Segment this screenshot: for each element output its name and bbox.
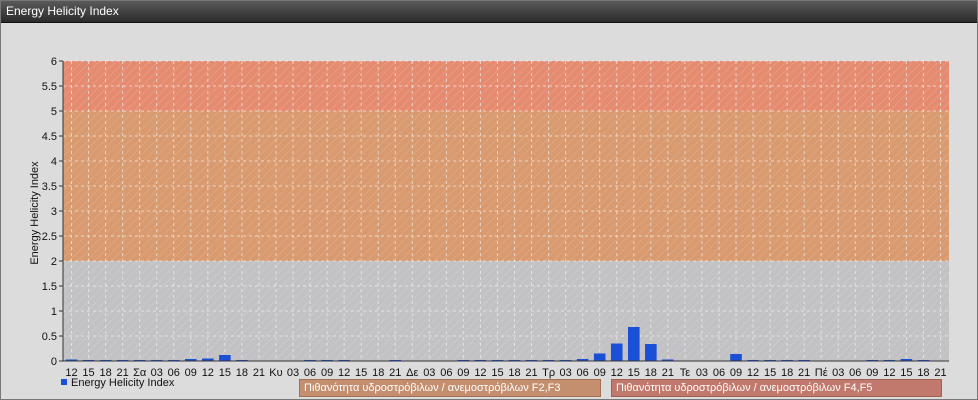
x-tick-label: 03 bbox=[287, 367, 299, 379]
x-tick-label: 18 bbox=[917, 367, 929, 379]
x-tick-label: 03 bbox=[696, 367, 708, 379]
y-tick-label: 0 bbox=[51, 356, 57, 368]
x-tick-label: 18 bbox=[781, 367, 793, 379]
bar bbox=[645, 344, 657, 361]
x-tick-label: 15 bbox=[764, 367, 776, 379]
x-tick-label: 09 bbox=[185, 367, 197, 379]
x-tick-label: 21 bbox=[934, 367, 946, 379]
x-tick-label: 12 bbox=[474, 367, 486, 379]
x-tick-label: 21 bbox=[389, 367, 401, 379]
x-tick-label: Τε bbox=[680, 367, 691, 379]
x-tick-label: 06 bbox=[440, 367, 452, 379]
x-tick-label: 06 bbox=[849, 367, 861, 379]
x-tick-label: 15 bbox=[219, 367, 231, 379]
x-tick-label: 03 bbox=[560, 367, 572, 379]
legend-band-f4f5[interactable]: Πιθανότητα υδροστρόβιλων / ανεμοστρόβιλω… bbox=[611, 379, 942, 397]
x-tick-labels: 12 15 18 21 Σα 03 06 09 12 15 18 21 Κυ 03 06 09 12 15 18 21… bbox=[65, 367, 946, 379]
x-tick-label: 15 bbox=[900, 367, 912, 379]
x-tick-label: 12 bbox=[747, 367, 759, 379]
x-tick-label: 18 bbox=[236, 367, 248, 379]
legend-series[interactable]: Energy Helicity Index bbox=[61, 377, 174, 389]
y-tick-labels: 0 0.5 1 1.5 2 2.5 3 3.5 4 4.5 5 5.5 6 bbox=[42, 56, 57, 368]
y-tick-label: 2.5 bbox=[42, 231, 57, 243]
x-tick-label: 09 bbox=[866, 367, 878, 379]
legend-series-label: Energy Helicity Index bbox=[71, 377, 175, 389]
x-tick-label: Πέ bbox=[815, 367, 828, 379]
x-tick-label: 21 bbox=[253, 367, 265, 379]
chart-panel: Energy Helicity Index 0 0.5 1 1.5 2 2.5 3 3.5 4 4… bbox=[0, 0, 978, 400]
bar bbox=[593, 353, 606, 361]
x-tick-label: 06 bbox=[304, 367, 316, 379]
y-tick-label: 3.5 bbox=[42, 181, 57, 193]
y-tick-label: 5 bbox=[51, 106, 57, 118]
y-tick-label: 3 bbox=[51, 206, 57, 218]
x-tick-label: 03 bbox=[423, 367, 435, 379]
x-tick-label: 09 bbox=[457, 367, 469, 379]
y-tick-label: 5.5 bbox=[42, 81, 57, 93]
x-tick-label: 15 bbox=[355, 367, 367, 379]
x-tick-label: 21 bbox=[798, 367, 810, 379]
x-tick-label: 18 bbox=[645, 367, 657, 379]
y-tick-label: 6 bbox=[51, 56, 57, 68]
bar bbox=[219, 355, 231, 361]
x-tick-label: Δε bbox=[406, 367, 418, 379]
window-title: Energy Helicity Index bbox=[6, 4, 119, 18]
title-bar: Energy Helicity Index bbox=[1, 1, 977, 23]
bar bbox=[730, 354, 742, 361]
helicity-chart: 00.511.522.533.544.555.56 12 15 18 21 Σα 03 06… bbox=[29, 56, 949, 379]
y-tick-label: 1.5 bbox=[42, 281, 57, 293]
x-tick-label: 18 bbox=[372, 367, 384, 379]
x-tick-label: Τρ bbox=[542, 367, 555, 379]
y-tick-label: 4 bbox=[51, 156, 57, 168]
x-tick-label: 09 bbox=[594, 367, 606, 379]
x-tick-label: Κυ bbox=[269, 367, 282, 379]
x-tick-label: 21 bbox=[662, 367, 674, 379]
bar bbox=[610, 343, 623, 361]
x-tick-label: 18 bbox=[508, 367, 520, 379]
x-tick-label: 09 bbox=[730, 367, 742, 379]
x-tick-label: 06 bbox=[577, 367, 589, 379]
x-tick-label: 12 bbox=[202, 367, 214, 379]
x-tick-label: 12 bbox=[338, 367, 350, 379]
y-axis-label: Energy Helicity Index bbox=[29, 161, 41, 265]
x-tick-label: 15 bbox=[628, 367, 640, 379]
y-tick-label: 0.5 bbox=[42, 331, 57, 343]
y-tick-label: 2 bbox=[51, 256, 57, 268]
x-tick-label: 09 bbox=[321, 367, 333, 379]
legend-band-f2f3[interactable]: Πιθανότητα υδροστρόβιλων / ανεμοστρόβιλω… bbox=[299, 379, 601, 397]
bar bbox=[627, 327, 640, 361]
x-tick-label: 15 bbox=[491, 367, 503, 379]
x-tick-label: 21 bbox=[525, 367, 537, 379]
x-tick-label: 06 bbox=[713, 367, 725, 379]
x-tick-label: 03 bbox=[832, 367, 844, 379]
y-tick-label: 4.5 bbox=[42, 131, 57, 143]
x-tick-label: 12 bbox=[883, 367, 895, 379]
y-tick-label: 1 bbox=[51, 306, 57, 318]
x-tick-label: 12 bbox=[611, 367, 623, 379]
legend-swatch-icon bbox=[61, 379, 67, 385]
